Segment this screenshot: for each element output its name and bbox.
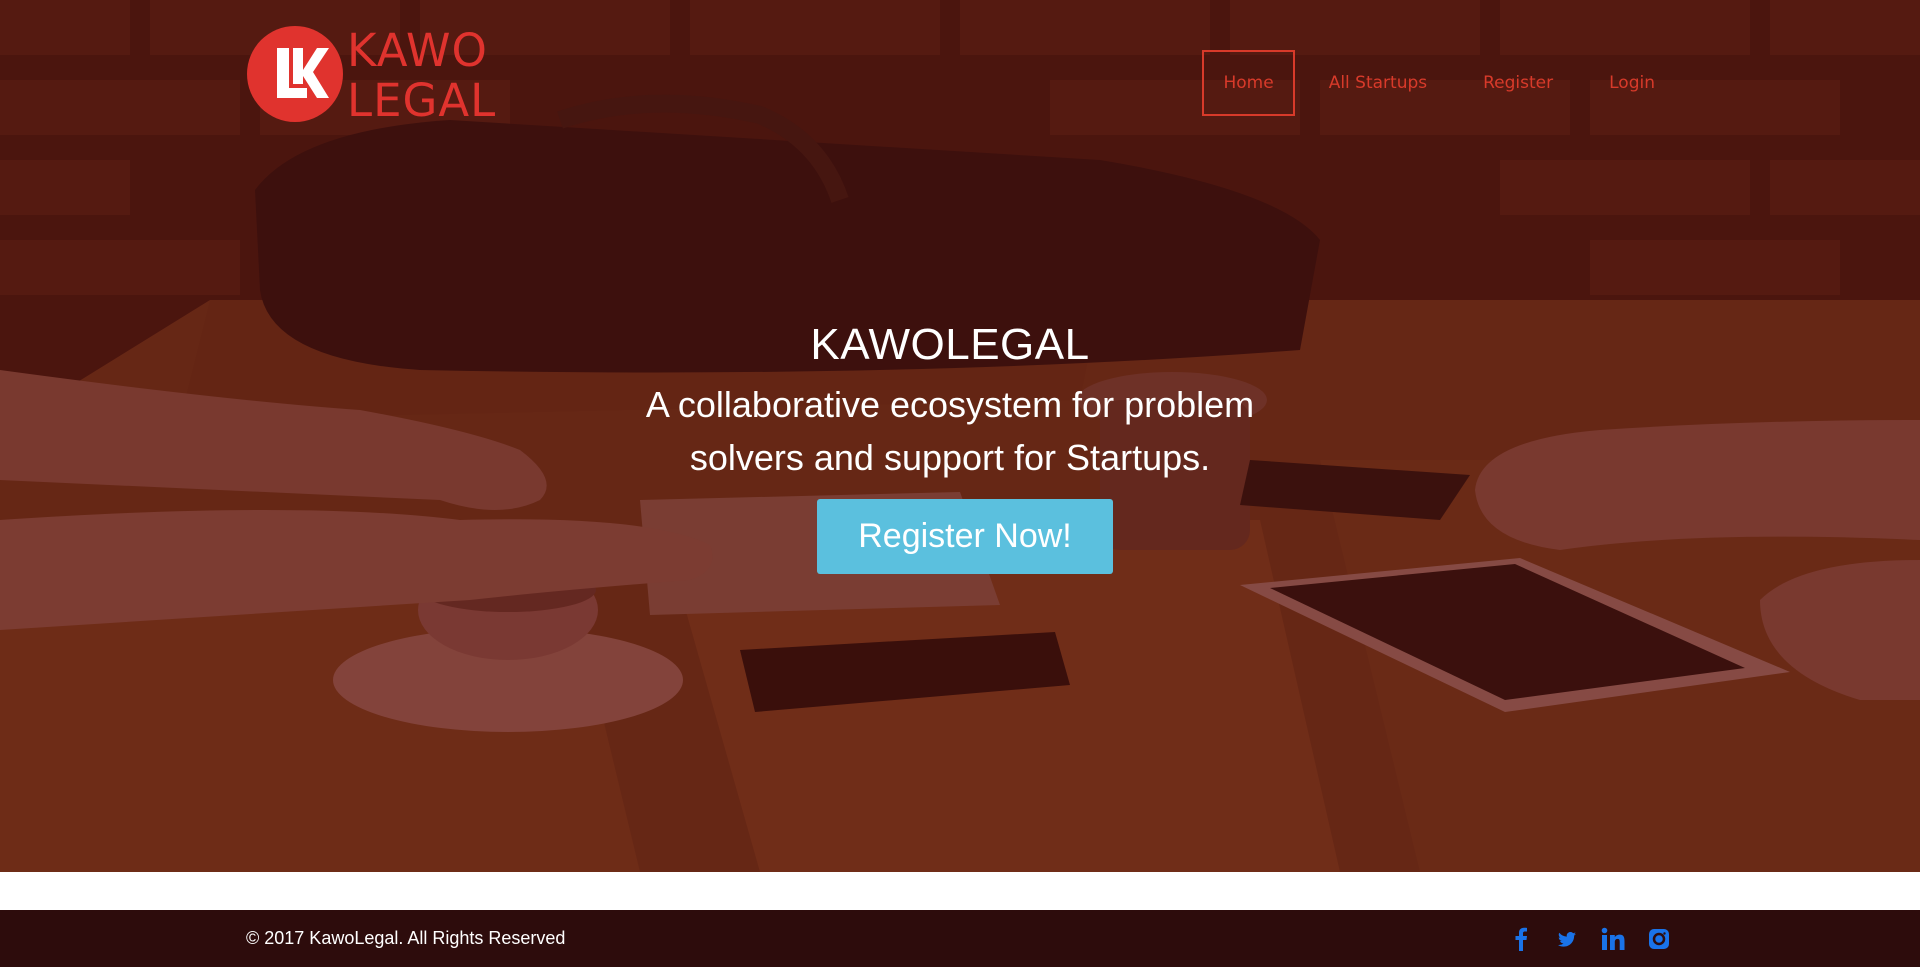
- nav-home[interactable]: Home: [1202, 50, 1295, 116]
- main-nav: Home All Startups Register Login: [1202, 50, 1674, 116]
- nav-login[interactable]: Login: [1590, 50, 1674, 116]
- nav-register[interactable]: Register: [1464, 50, 1572, 116]
- logo-text-line1: KAWO: [347, 24, 488, 77]
- twitter-icon[interactable]: [1554, 926, 1580, 952]
- hero-subtitle: A collaborative ecosystem for problem so…: [645, 384, 1255, 478]
- brand-logo[interactable]: KAWO LEGAL: [245, 24, 517, 124]
- hero-content: KAWOLEGAL A collaborative ecosystem for …: [560, 318, 1340, 574]
- facebook-icon[interactable]: [1508, 926, 1534, 952]
- register-now-button[interactable]: Register Now!: [817, 499, 1113, 574]
- copyright-text: © 2017 KawoLegal. All Rights Reserved: [246, 928, 566, 948]
- nav-all-startups[interactable]: All Startups: [1310, 50, 1446, 116]
- hero-section: KAWO LEGAL Home All Startups Register Lo…: [0, 0, 1920, 872]
- footer: © 2017 KawoLegal. All Rights Reserved: [0, 910, 1920, 967]
- logo-lk-glyph: [277, 48, 329, 98]
- logo-text-line2: LEGAL: [347, 74, 497, 127]
- hero-title: KAWOLEGAL: [810, 320, 1090, 369]
- logo-mark: [247, 26, 343, 122]
- linkedin-icon[interactable]: [1600, 926, 1626, 952]
- instagram-icon[interactable]: [1646, 926, 1672, 952]
- social-links: [1488, 926, 1672, 952]
